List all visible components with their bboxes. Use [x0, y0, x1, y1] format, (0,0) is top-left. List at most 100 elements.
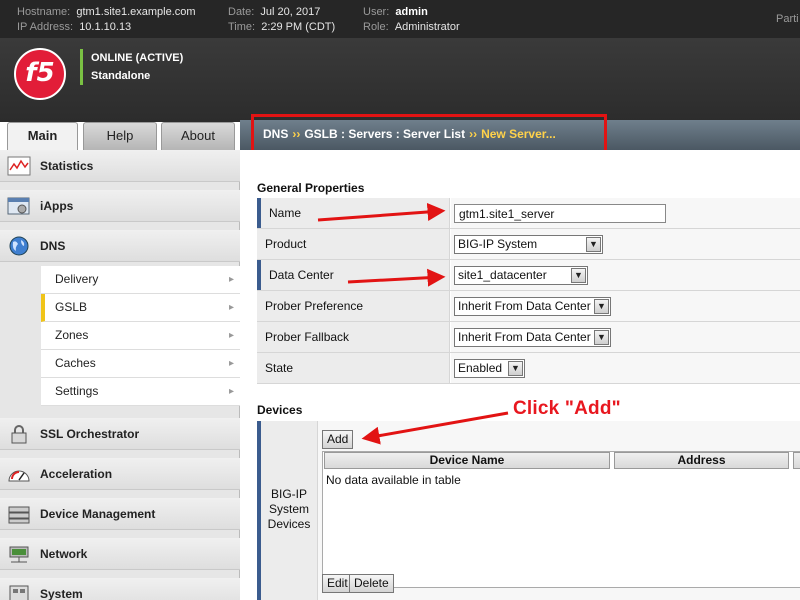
sidebar-item-label: Acceleration — [40, 467, 113, 481]
time-label: Time: — [228, 21, 256, 33]
prober-fallback-select[interactable]: Inherit From Data Center ▼ — [454, 328, 611, 347]
sidebar-item-dns[interactable]: DNS — [0, 230, 240, 262]
field-value-cell: Enabled ▼ — [451, 353, 800, 383]
gauge-icon — [8, 470, 30, 482]
time-value: 2:29 PM (CDT) — [261, 21, 336, 33]
field-value-cell: Inherit From Data Center ▼ — [451, 291, 800, 321]
sidebar-item-label: DNS — [40, 239, 66, 253]
date-label: Date: — [228, 6, 255, 18]
devices-row-label: BIG-IP System Devices — [257, 421, 318, 600]
sidebar-item-label: iApps — [40, 199, 74, 213]
top-status-bar: Hostname: gtm1.site1.example.com IP Addr… — [0, 0, 800, 38]
date-value: Jul 20, 2017 — [260, 6, 321, 18]
user-info: User: admin Role: Administrator — [363, 5, 460, 35]
form-row-data-center: Data Center site1_datacenter ▼ — [257, 260, 800, 291]
subitem-label: Caches — [55, 356, 96, 370]
chevron-down-icon: ▼ — [594, 299, 609, 314]
form-row-prober-fallback: Prober Fallback Inherit From Data Center… — [257, 322, 800, 353]
form-row-product: Product BIG-IP System ▼ — [257, 229, 800, 260]
sidebar-item-ssl-orchestrator[interactable]: SSL Orchestrator — [0, 418, 240, 450]
sidebar-item-label: Statistics — [40, 159, 94, 173]
subitem-label: Settings — [55, 384, 99, 398]
status-online: ONLINE (ACTIVE) — [91, 52, 184, 64]
devices-row: BIG-IP System Devices Add Device Name Ad… — [257, 421, 800, 600]
sidebar-item-acceleration[interactable]: Acceleration — [0, 458, 240, 490]
tab-about[interactable]: About — [161, 122, 235, 150]
field-value-cell — [451, 198, 800, 228]
chevron-right-icon: ▸ — [228, 330, 234, 341]
sidebar-subitem-gslb[interactable]: GSLB ▸ — [41, 294, 240, 322]
sidebar-item-label: Device Management — [40, 507, 156, 521]
state-select[interactable]: Enabled ▼ — [454, 359, 525, 378]
chevron-down-icon: ▼ — [594, 330, 609, 345]
empty-table-message: No data available in table — [326, 473, 461, 487]
sidebar-item-system[interactable]: System — [0, 578, 240, 600]
general-properties-title: General Properties — [257, 181, 365, 195]
annotation-highlight-box — [251, 114, 607, 154]
field-label: Prober Fallback — [257, 322, 450, 352]
field-value-cell: Inherit From Data Center ▼ — [451, 322, 800, 352]
sidebar-subitem-caches[interactable]: Caches ▸ — [41, 350, 240, 378]
select-value: Enabled — [458, 361, 503, 375]
chevron-right-icon: ▸ — [228, 386, 234, 397]
tab-help[interactable]: Help — [83, 122, 157, 150]
chevron-down-icon: ▼ — [586, 237, 601, 252]
tab-main[interactable]: Main — [7, 122, 78, 150]
sidebar-subitem-settings[interactable]: Settings ▸ — [41, 378, 240, 406]
partition-label[interactable]: Parti — [776, 13, 799, 25]
devices-section-title: Devices — [257, 403, 303, 417]
system-icon — [9, 585, 29, 600]
add-button[interactable]: Add — [322, 430, 354, 449]
field-label: Data Center — [257, 260, 450, 290]
subitem-label: Zones — [55, 328, 89, 342]
subitem-label: Delivery — [55, 272, 99, 286]
column-header-extra — [793, 452, 800, 469]
globe-icon — [9, 236, 29, 256]
chevron-down-icon: ▼ — [508, 361, 523, 376]
devices-table: Device Name Address No data available in… — [322, 451, 800, 588]
field-label: Product — [257, 229, 450, 259]
device-icon — [8, 506, 30, 524]
sidebar-item-label: System — [40, 587, 83, 600]
row-label-line: Devices — [267, 517, 311, 531]
device-status: ONLINE (ACTIVE) Standalone — [80, 49, 183, 85]
prober-preference-select[interactable]: Inherit From Data Center ▼ — [454, 297, 611, 316]
field-label: Prober Preference — [257, 291, 450, 321]
sidebar-subitem-zones[interactable]: Zones ▸ — [41, 322, 240, 350]
select-value: Inherit From Data Center — [458, 299, 591, 313]
form-row-prober-preference: Prober Preference Inherit From Data Cent… — [257, 291, 800, 322]
sidebar-item-label: Network — [40, 547, 88, 561]
iapps-icon — [7, 197, 30, 215]
chevron-right-icon: ▸ — [228, 274, 234, 285]
select-value: Inherit From Data Center — [458, 330, 591, 344]
datetime-info: Date: Jul 20, 2017 Time: 2:29 PM (CDT) — [228, 5, 335, 35]
sidebar: Statistics iApps DNS Delivery ▸ GSLB ▸ Zon… — [0, 150, 240, 600]
delete-button[interactable]: Delete — [349, 574, 394, 593]
product-select[interactable]: BIG-IP System ▼ — [454, 235, 603, 254]
form-row-name: Name — [257, 198, 800, 229]
field-label: Name — [257, 198, 450, 228]
data-center-select[interactable]: site1_datacenter ▼ — [454, 266, 588, 285]
sidebar-item-device-management[interactable]: Device Management — [0, 498, 240, 530]
form-row-state: State Enabled ▼ — [257, 353, 800, 384]
devices-panel: Add Device Name Address No data availabl… — [318, 421, 800, 600]
select-value: BIG-IP System — [458, 237, 538, 251]
role-value: Administrator — [394, 21, 460, 33]
user-label: User: — [363, 6, 390, 18]
ip-value: 10.1.10.13 — [79, 21, 132, 33]
annotation-callout: Click "Add" — [513, 398, 621, 419]
subitem-label: GSLB — [55, 300, 88, 314]
ip-label: IP Address: — [17, 21, 74, 33]
column-header-device-name[interactable]: Device Name — [324, 452, 610, 469]
chevron-down-icon: ▼ — [571, 268, 586, 283]
name-input[interactable] — [454, 204, 666, 223]
sidebar-item-label: SSL Orchestrator — [40, 427, 140, 441]
role-label: Role: — [363, 21, 389, 33]
f5-logo: f5 — [14, 48, 66, 100]
sidebar-item-iapps[interactable]: iApps — [0, 190, 240, 222]
hostname-value: gtm1.site1.example.com — [76, 6, 196, 18]
sidebar-item-statistics[interactable]: Statistics — [0, 150, 240, 182]
sidebar-subitem-delivery[interactable]: Delivery ▸ — [41, 266, 240, 294]
sidebar-item-network[interactable]: Network — [0, 538, 240, 570]
column-header-address[interactable]: Address — [614, 452, 789, 469]
